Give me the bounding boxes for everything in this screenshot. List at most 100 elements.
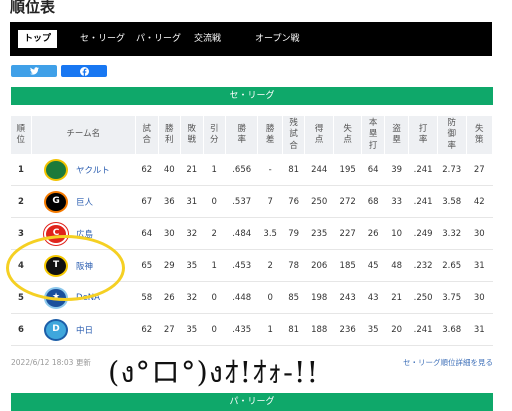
- column-header-1[interactable]: チーム名: [31, 116, 137, 154]
- stat-cell-勝利: 27: [158, 313, 181, 346]
- team-cell[interactable]: ★ DeNA: [31, 281, 136, 314]
- central-league-detail-link[interactable]: セ・リーグ順位詳細を見る: [403, 357, 493, 368]
- tab-1[interactable]: セ・リーグ: [80, 31, 125, 47]
- team-name-link[interactable]: ヤクルト: [76, 166, 110, 176]
- standings-table: 順位チーム名試合勝利敗戦引分勝率勝差残試合得点失点本塁打盗塁打率防御率失策 1 ヤ…: [11, 116, 494, 346]
- team-name-link[interactable]: 阪神: [76, 262, 93, 272]
- stat-cell-本塁打: 68: [361, 185, 385, 218]
- stat-cell-盗塁: 39: [384, 154, 409, 186]
- stat-cell-残試合: 76: [282, 185, 305, 218]
- stat-cell-得点: 250: [304, 185, 334, 218]
- stat-cell-失点: 227: [333, 217, 362, 250]
- tab-4[interactable]: オープン戦: [255, 31, 299, 47]
- central-league-banner[interactable]: セ・リーグ: [11, 87, 493, 105]
- stat-cell-本塁打: 64: [361, 154, 385, 186]
- stat-cell-失策: 42: [466, 185, 493, 218]
- stat-cell-勝率: .435: [225, 313, 258, 346]
- carp-logo: C: [44, 222, 69, 245]
- stat-cell-試合: 62: [135, 154, 159, 186]
- logo-glyph: G: [52, 195, 60, 206]
- rank-cell: 6: [11, 313, 32, 346]
- team-cell[interactable]: D 中日: [31, 313, 136, 346]
- column-header-5[interactable]: 引分: [203, 116, 226, 154]
- facebook-share-button[interactable]: [61, 65, 107, 77]
- stat-cell-盗塁: 48: [384, 249, 409, 282]
- team-cell[interactable]: ヤクルト: [31, 154, 136, 186]
- column-header-6[interactable]: 勝率: [225, 116, 259, 154]
- stat-cell-得点: 188: [304, 313, 334, 346]
- stat-cell-敗戦: 32: [180, 281, 204, 314]
- stat-cell-防御率: 3.32: [437, 217, 467, 250]
- league-tab-bar: トップ セ・リーグ パ・リーグ 交流戦 オープン戦: [10, 22, 492, 56]
- stat-cell-防御率: 2.65: [437, 249, 467, 282]
- stat-cell-防御率: 2.73: [437, 154, 467, 186]
- stat-cell-失策: 27: [466, 154, 493, 186]
- logo-glyph: ★: [51, 291, 61, 302]
- stat-cell-勝率: .656: [225, 154, 258, 186]
- column-header-10[interactable]: 失点: [333, 116, 363, 154]
- stat-cell-試合: 64: [135, 217, 159, 250]
- tab-3[interactable]: 交流戦: [194, 31, 221, 47]
- rank-cell: 1: [11, 154, 32, 186]
- tab-0[interactable]: トップ: [18, 30, 58, 48]
- stat-cell-盗塁: 21: [384, 281, 409, 314]
- team-name-link[interactable]: 中日: [76, 326, 93, 336]
- column-header-15[interactable]: 失策: [466, 116, 494, 154]
- column-header-11[interactable]: 本塁打: [361, 116, 385, 154]
- stat-cell-打率: .241: [408, 154, 438, 186]
- stat-cell-得点: 235: [304, 217, 334, 250]
- stat-cell-試合: 65: [135, 249, 159, 282]
- twitter-share-button[interactable]: [11, 65, 57, 77]
- stat-cell-失点: 272: [333, 185, 362, 218]
- stat-cell-引分: 0: [203, 281, 226, 314]
- stat-cell-本塁打: 35: [361, 313, 385, 346]
- stat-cell-引分: 2: [203, 217, 226, 250]
- column-header-2[interactable]: 試合: [135, 116, 159, 154]
- column-header-7[interactable]: 勝差: [257, 116, 283, 154]
- stat-cell-勝差: 2: [257, 249, 283, 282]
- stat-cell-勝差: 1: [257, 313, 283, 346]
- swallows-logo: [44, 158, 69, 181]
- team-name-link[interactable]: 広島: [76, 230, 93, 240]
- table-row: 2 G 巨人 67 36 31 0.537 7 76 250 272 68 33.241 3.58 42: [11, 185, 493, 218]
- column-header-12[interactable]: 盗塁: [384, 116, 410, 154]
- team-cell[interactable]: C 広島: [31, 217, 136, 250]
- stat-cell-勝利: 30: [158, 217, 181, 250]
- handwritten-annotation: (ง°ロ°)งｵ!ｵｫ-!!: [108, 355, 320, 389]
- stat-cell-勝差: 3.5: [257, 217, 283, 250]
- stat-cell-盗塁: 20: [384, 313, 409, 346]
- stat-cell-引分: 0: [203, 313, 226, 346]
- column-header-9[interactable]: 得点: [304, 116, 334, 154]
- stat-cell-勝利: 26: [158, 281, 181, 314]
- stat-cell-勝利: 29: [158, 249, 181, 282]
- column-header-0[interactable]: 順位: [11, 116, 32, 154]
- stat-cell-残試合: 78: [282, 249, 305, 282]
- table-row: 4 T 阪神 65 29 35 1.453 2 78 206 185 45 48.232 2.65 31: [11, 249, 493, 282]
- stat-cell-盗塁: 33: [384, 185, 409, 218]
- stat-cell-敗戦: 35: [180, 249, 204, 282]
- stat-cell-勝差: -: [257, 154, 283, 186]
- stat-cell-試合: 58: [135, 281, 159, 314]
- team-name-link[interactable]: 巨人: [76, 198, 93, 208]
- team-cell[interactable]: T 阪神: [31, 249, 136, 282]
- column-header-14[interactable]: 防御率: [437, 116, 467, 154]
- stat-cell-勝率: .484: [225, 217, 258, 250]
- stat-cell-本塁打: 45: [361, 249, 385, 282]
- column-header-8[interactable]: 残試合: [282, 116, 306, 154]
- stat-cell-打率: .249: [408, 217, 438, 250]
- stat-cell-本塁打: 26: [361, 217, 385, 250]
- team-cell[interactable]: G 巨人: [31, 185, 136, 218]
- stat-cell-勝利: 40: [158, 154, 181, 186]
- stat-cell-失策: 30: [466, 281, 493, 314]
- stat-cell-敗戦: 32: [180, 217, 204, 250]
- logo-glyph: D: [52, 323, 60, 334]
- stat-cell-打率: .241: [408, 185, 438, 218]
- tab-2[interactable]: パ・リーグ: [136, 31, 181, 47]
- team-name-link[interactable]: DeNA: [76, 293, 100, 303]
- column-header-13[interactable]: 打率: [408, 116, 438, 154]
- column-header-4[interactable]: 敗戦: [180, 116, 204, 154]
- column-header-3[interactable]: 勝利: [158, 116, 182, 154]
- tigers-logo: T: [44, 254, 69, 277]
- stat-cell-試合: 62: [135, 313, 159, 346]
- pacific-league-banner[interactable]: パ・リーグ: [11, 393, 493, 411]
